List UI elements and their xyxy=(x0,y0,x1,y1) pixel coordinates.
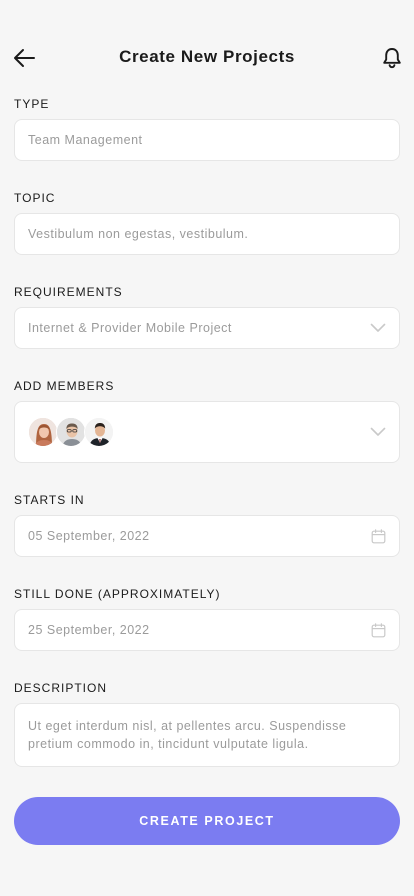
type-value: Team Management xyxy=(28,133,143,147)
avatar[interactable] xyxy=(56,417,86,447)
type-input[interactable]: Team Management xyxy=(14,119,400,161)
requirements-value: Internet & Provider Mobile Project xyxy=(28,321,232,335)
requirements-label: REQUIREMENTS xyxy=(14,285,123,299)
members-label: ADD MEMBERS xyxy=(14,379,115,393)
topic-value: Vestibulum non egestas, vestibulum. xyxy=(28,227,249,241)
still-done-date-input[interactable]: 25 September, 2022 xyxy=(14,609,400,651)
member-avatars xyxy=(28,417,370,447)
notification-button[interactable] xyxy=(380,45,404,71)
chevron-down-icon xyxy=(370,320,386,336)
app-header: Create New Projects xyxy=(0,0,414,90)
avatar[interactable] xyxy=(84,417,114,447)
page-title: Create New Projects xyxy=(119,47,295,66)
starts-in-label: STARTS IN xyxy=(14,493,85,507)
description-value: Ut eget interdum nisl, at pellentes arcu… xyxy=(28,719,347,751)
requirements-select[interactable]: Internet & Provider Mobile Project xyxy=(14,307,400,349)
members-select[interactable] xyxy=(14,401,400,463)
calendar-icon[interactable] xyxy=(370,528,386,544)
topic-input[interactable]: Vestibulum non egestas, vestibulum. xyxy=(14,213,400,255)
still-done-value: 25 September, 2022 xyxy=(28,623,150,637)
create-project-button[interactable]: CREATE PROJECT xyxy=(14,797,400,845)
starts-in-date-input[interactable]: 05 September, 2022 xyxy=(14,515,400,557)
bell-icon xyxy=(383,48,401,69)
type-label: TYPE xyxy=(14,97,50,111)
calendar-icon[interactable] xyxy=(370,622,386,638)
topic-label: TOPIC xyxy=(14,191,56,205)
description-textarea[interactable]: Ut eget interdum nisl, at pellentes arcu… xyxy=(14,703,400,767)
avatar[interactable] xyxy=(28,417,58,447)
chevron-down-icon xyxy=(370,424,386,440)
starts-in-value: 05 September, 2022 xyxy=(28,529,150,543)
still-done-label: STILL DONE (APPROXIMATELY) xyxy=(14,587,221,601)
description-label: DESCRIPTION xyxy=(14,681,108,695)
